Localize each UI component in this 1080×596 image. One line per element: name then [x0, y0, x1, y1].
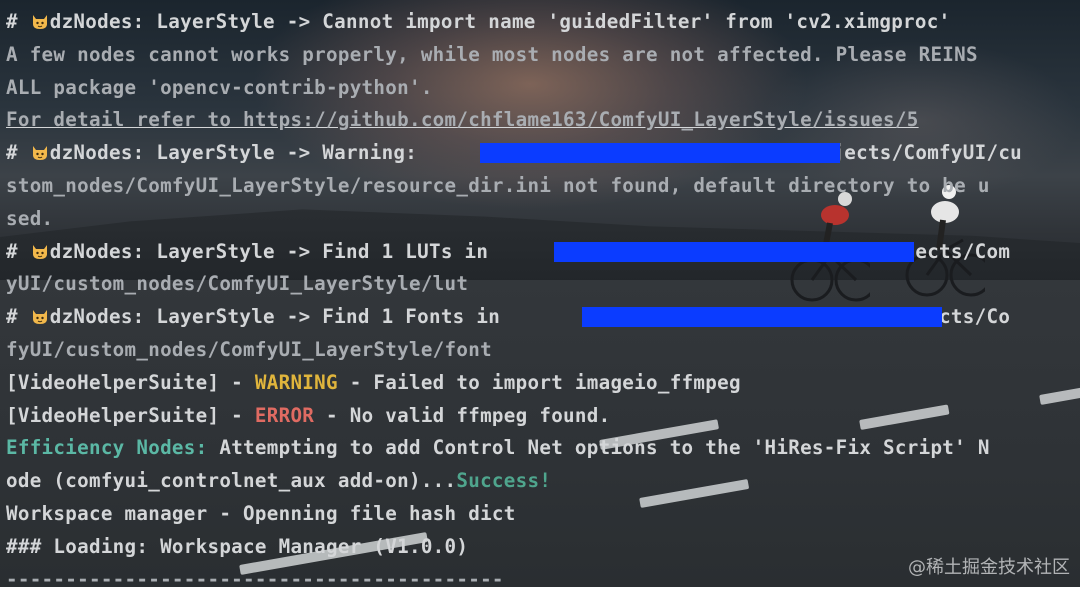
line-text: - Failed to import imageio_ffmpeg — [337, 370, 741, 394]
line-prefix: # — [6, 305, 30, 329]
cat-face-icon — [32, 244, 47, 259]
redaction-block — [554, 241, 914, 262]
line-text: dzNodes: LayerStyle -> Warning: — [49, 141, 429, 165]
terminal-line: ALL package 'opencv-contrib-python'. — [6, 72, 1080, 105]
error-label: ERROR — [254, 403, 315, 427]
line-text: ode (comfyui_controlnet_aux add-on)... — [6, 469, 457, 493]
redaction-block — [582, 307, 942, 328]
line-text: sed. — [6, 206, 54, 230]
terminal-line: A few nodes cannot works properly, while… — [6, 39, 1080, 72]
terminal-line: [VideoHelperSuite] - WARNING - Failed to… — [6, 367, 1080, 400]
line-text: A few nodes cannot works properly, while… — [6, 42, 978, 66]
terminal-line: yUI/custom_nodes/ComfyUI_LayerStyle/lut — [6, 268, 1080, 301]
terminal-line: stom_nodes/ComfyUI_LayerStyle/resource_d… — [6, 170, 1080, 203]
terminal-line: For detail refer to https://github.com/c… — [6, 104, 1080, 137]
line-text: - No valid ffmpeg found. — [314, 403, 611, 427]
issue-link[interactable]: For detail refer to https://github.com/c… — [6, 108, 919, 131]
line-text: dzNodes: LayerStyle -> Find 1 Fonts in — [49, 305, 512, 329]
line-text: dzNodes: LayerStyle -> Find 1 LUTs in — [49, 239, 501, 263]
terminal-line: [VideoHelperSuite] - ERROR - No valid ff… — [6, 400, 1080, 433]
line-text: Workspace manager - Openning file hash d… — [6, 501, 516, 525]
terminal-line: sed. — [6, 203, 1080, 236]
terminal-line: # dzNodes: LayerStyle -> Warning: /proje… — [6, 137, 1080, 170]
terminal-line: # dzNodes: LayerStyle -> Find 1 LUTs in … — [6, 236, 1080, 269]
terminal-output: # dzNodes: LayerStyle -> Cannot import n… — [0, 0, 1080, 591]
line-text: yUI/custom_nodes/ComfyUI_LayerStyle/lut — [6, 272, 469, 296]
terminal-line: # dzNodes: LayerStyle -> Find 1 Fonts in… — [6, 301, 1080, 334]
cat-face-icon — [32, 15, 47, 29]
warning-label: WARNING — [254, 370, 338, 394]
terminal-line: fyUI/custom_nodes/ComfyUI_LayerStyle/fon… — [6, 334, 1080, 367]
line-prefix: # — [6, 141, 30, 165]
line-text: ### Loading: Workspace Manager (V1.0.0) — [6, 534, 469, 558]
line-text: ALL package 'opencv-contrib-python'. — [6, 75, 433, 99]
efficiency-nodes-label: Efficiency Nodes: — [6, 436, 208, 460]
terminal-line: ode (comfyui_controlnet_aux add-on)...Su… — [6, 465, 1080, 498]
terminal-line: Efficiency Nodes: Attempting to add Cont… — [6, 432, 1080, 465]
success-label: Success! — [456, 469, 552, 493]
line-text: dzNodes: LayerStyle -> Cannot import nam… — [49, 10, 951, 33]
line-text: Attempting to add Control Net options to… — [207, 436, 990, 460]
watermark: @稀土掘金技术社区 — [908, 557, 1070, 578]
line-prefix: # — [6, 10, 30, 33]
line-text: [VideoHelperSuite] - — [6, 403, 255, 427]
line-text: [VideoHelperSuite] - — [6, 370, 255, 394]
line-text: stom_nodes/ComfyUI_LayerStyle/resource_d… — [6, 173, 990, 197]
redaction-block — [480, 143, 840, 164]
terminal-line: Workspace manager - Openning file hash d… — [6, 498, 1080, 531]
cat-face-icon — [32, 310, 47, 325]
line-text: fyUI/custom_nodes/ComfyUI_LayerStyle/fon… — [6, 337, 492, 361]
terminal-line: # dzNodes: LayerStyle -> Cannot import n… — [6, 6, 1080, 39]
separator-line: ----------------------------------------… — [6, 567, 504, 591]
line-prefix: # — [6, 239, 30, 263]
cat-face-icon — [32, 146, 47, 161]
